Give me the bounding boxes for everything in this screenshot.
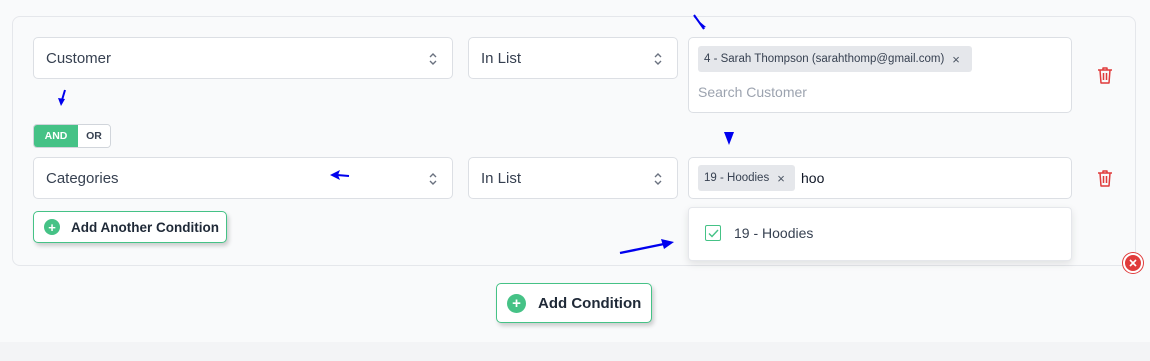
annotation-arrow-right-icon [619, 239, 674, 255]
field-select-customer-value: Customer [46, 49, 112, 67]
selected-tag-customer-label: 4 - Sarah Thompson (sarahthomp@gmail.com… [704, 53, 945, 65]
annotation-arrow-down-icon [724, 132, 734, 145]
or-button[interactable]: OR [78, 125, 110, 147]
field-select-categories-value: Categories [46, 169, 119, 187]
page-background: Customer In List 4 - Sarah Thompson (sar… [0, 0, 1150, 342]
operator-select-customer[interactable]: In List [468, 37, 678, 79]
plus-circle-icon: + [507, 293, 526, 313]
operator-select-categories[interactable]: In List [468, 157, 678, 199]
chevron-updown-icon [654, 173, 662, 185]
close-circle-icon[interactable] [1123, 253, 1143, 273]
checkbox-checked-icon[interactable] [705, 225, 721, 241]
logic-toggle: AND OR [33, 124, 111, 148]
chevron-updown-icon [429, 53, 437, 65]
categories-multiselect[interactable]: 19 - Hoodies × hoo [688, 157, 1072, 199]
annotation-arrow-up-icon [693, 14, 706, 30]
selected-tag-category-label: 19 - Hoodies [704, 172, 770, 184]
dropdown-option-hoodies[interactable]: 19 - Hoodies [705, 225, 813, 241]
field-select-customer[interactable]: Customer [33, 37, 453, 79]
and-button[interactable]: AND [34, 125, 78, 147]
operator-select-categories-value: In List [481, 169, 522, 187]
add-another-condition-label: Add Another Condition [71, 219, 219, 235]
plus-circle-icon: + [44, 219, 60, 235]
customer-multiselect[interactable]: 4 - Sarah Thompson (sarahthomp@gmail.com… [688, 37, 1072, 113]
chevron-updown-icon [429, 173, 437, 185]
categories-search-input[interactable]: hoo [801, 170, 824, 186]
annotation-arrow-down-icon [58, 89, 66, 106]
add-condition-button[interactable]: + Add Condition [496, 283, 652, 323]
add-condition-label: Add Condition [538, 294, 642, 312]
search-customer-placeholder[interactable]: Search Customer [698, 84, 807, 100]
tag-remove-icon[interactable]: × [952, 52, 960, 67]
category-dropdown: 19 - Hoodies [688, 207, 1072, 261]
operator-select-customer-value: In List [481, 49, 522, 67]
selected-tag-category: 19 - Hoodies × [698, 165, 795, 191]
trash-icon[interactable] [1097, 66, 1113, 84]
add-another-condition-button[interactable]: + Add Another Condition [33, 211, 227, 243]
tag-remove-icon[interactable]: × [777, 171, 785, 186]
trash-icon[interactable] [1097, 169, 1113, 187]
dropdown-option-label: 19 - Hoodies [734, 225, 814, 241]
field-select-categories[interactable]: Categories [33, 157, 453, 199]
chevron-updown-icon [654, 53, 662, 65]
selected-tag-customer: 4 - Sarah Thompson (sarahthomp@gmail.com… [698, 46, 972, 72]
annotation-arrow-left-icon [330, 170, 350, 180]
